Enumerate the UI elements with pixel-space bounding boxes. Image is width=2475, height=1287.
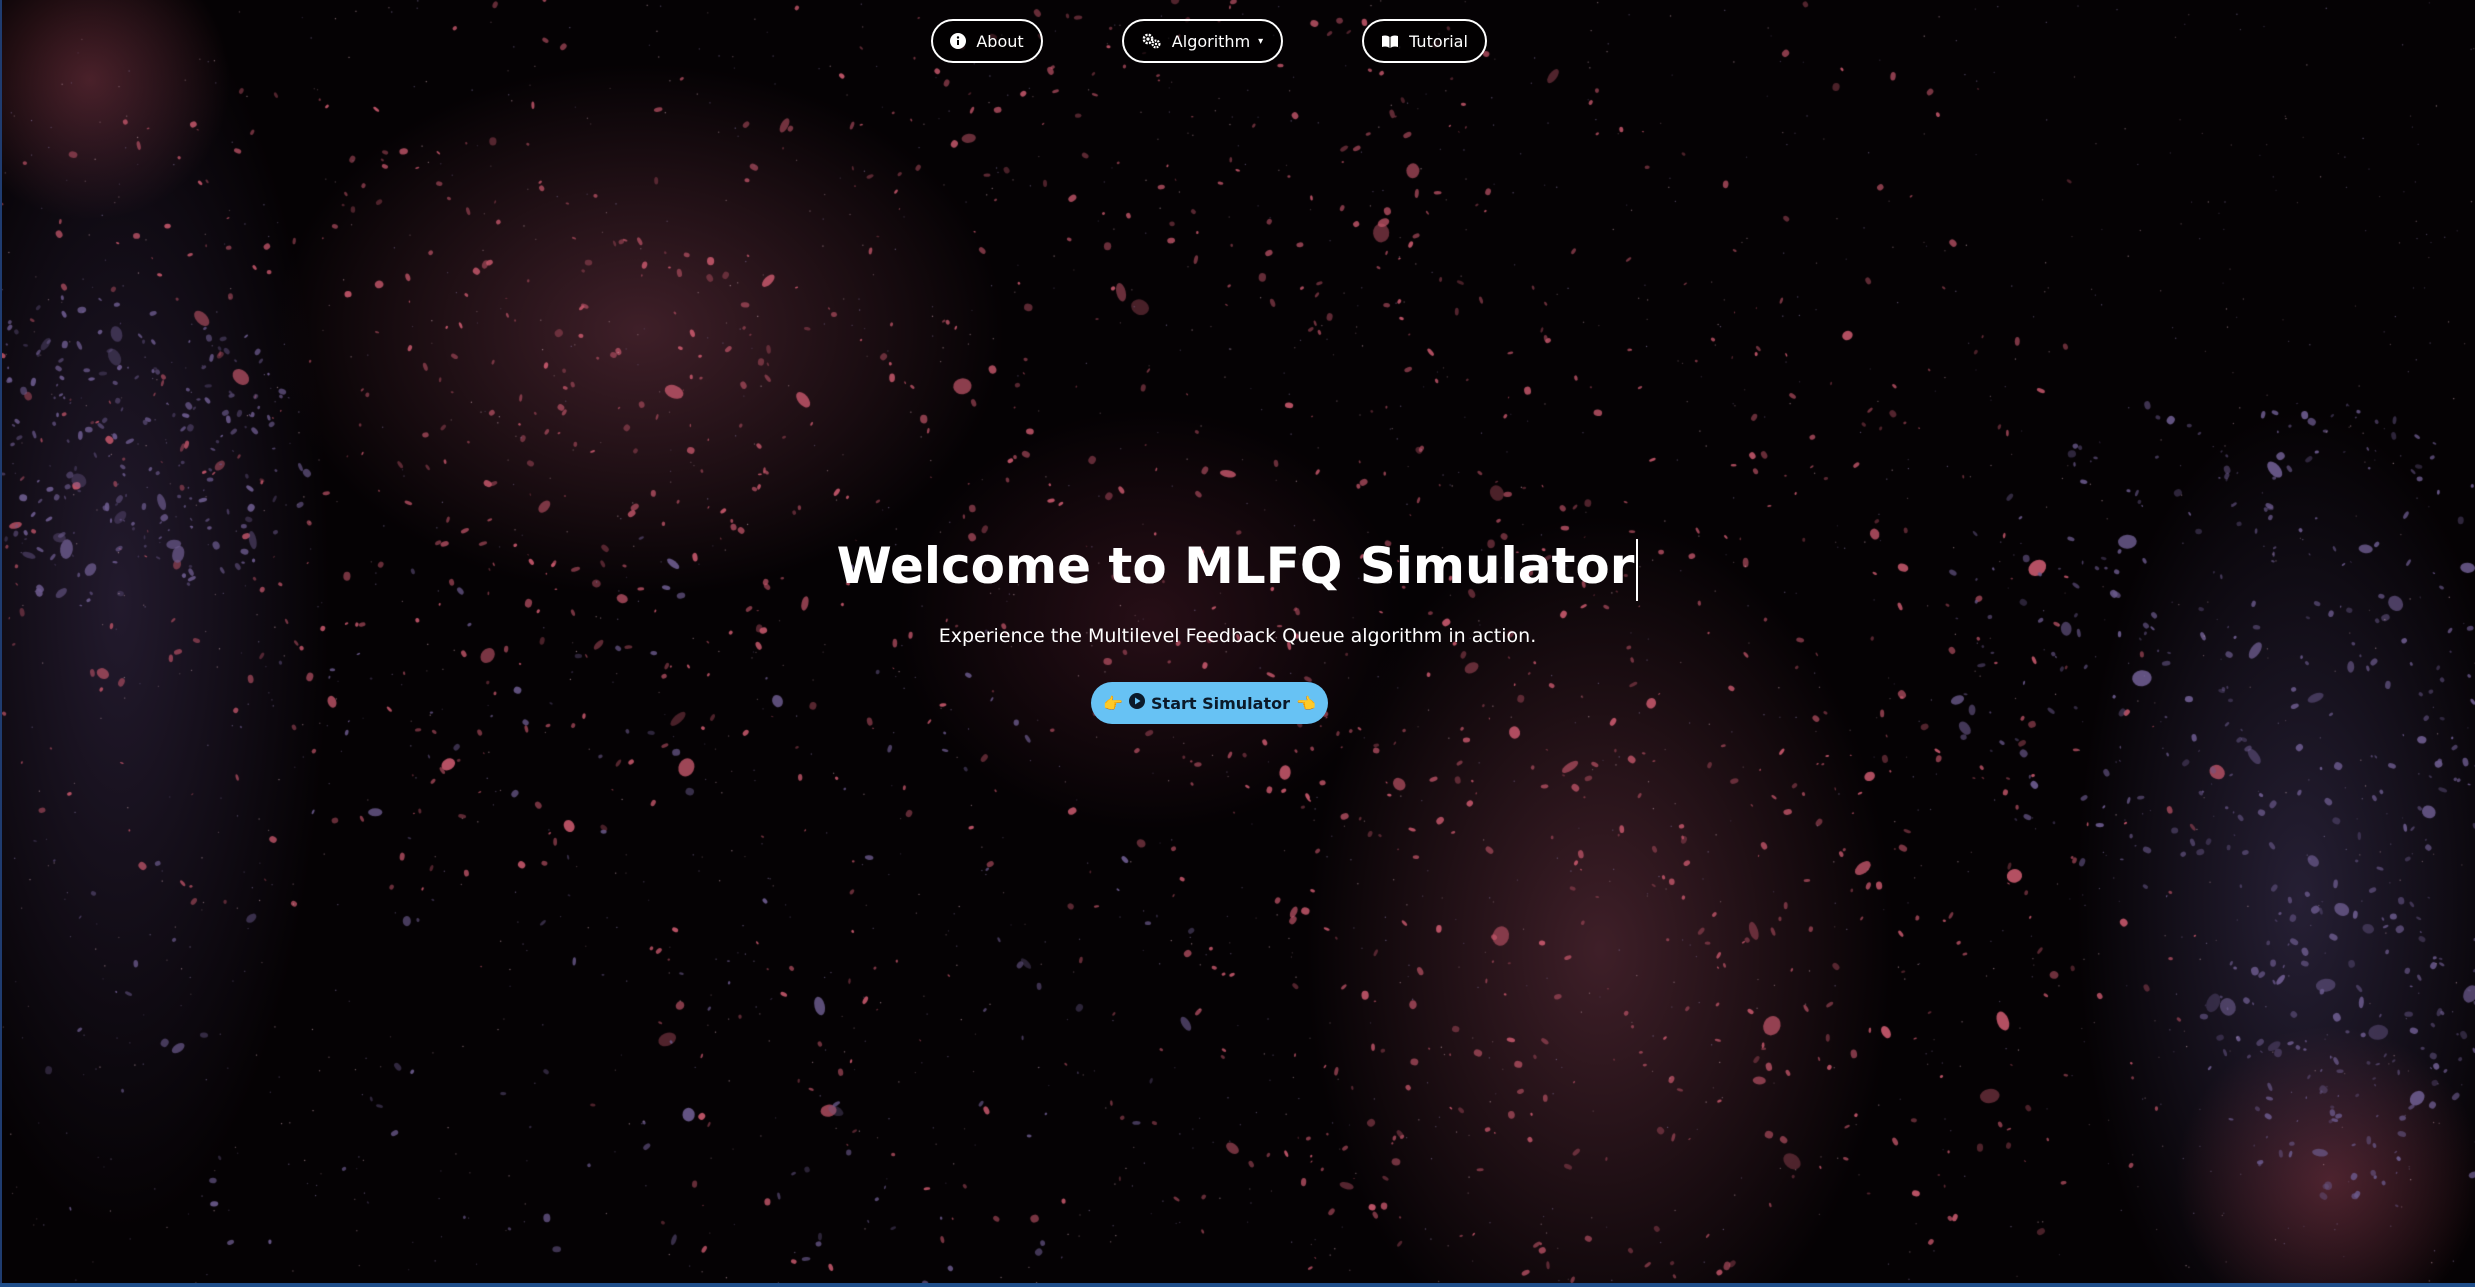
book-open-icon — [1381, 34, 1399, 49]
tutorial-button[interactable]: Tutorial — [1362, 19, 1487, 63]
tutorial-label: Tutorial — [1409, 31, 1468, 51]
start-simulator-label: Start Simulator — [1151, 693, 1290, 713]
pointing-left-hand-icon: 👈 — [1295, 693, 1316, 713]
play-circle-icon — [1129, 693, 1146, 713]
chevron-down-icon: ▾ — [1258, 35, 1264, 47]
algorithm-dropdown-button[interactable]: Algorithm ▾ — [1122, 19, 1283, 63]
pointing-right-hand-icon: 👉 — [1103, 693, 1124, 713]
hero-title-text: Welcome to MLFQ Simulator — [836, 537, 1635, 595]
bottom-border — [0, 1283, 2475, 1287]
about-button[interactable]: About — [931, 19, 1043, 63]
gears-icon — [1142, 33, 1162, 49]
typing-cursor — [1636, 538, 1639, 601]
algorithm-label: Algorithm — [1171, 31, 1251, 51]
hero-subtitle: Experience the Multilevel Feedback Queue… — [938, 625, 1537, 647]
about-label: About — [976, 31, 1024, 51]
info-circle-icon — [950, 33, 967, 49]
start-simulator-button[interactable]: 👉 Start Simulator 👈 — [1091, 682, 1328, 724]
app-root: About Algorithm ▾ Tutorial Welcome to ML… — [0, 0, 2475, 1287]
hero-title: Welcome to MLFQ Simulator — [0, 526, 2475, 606]
